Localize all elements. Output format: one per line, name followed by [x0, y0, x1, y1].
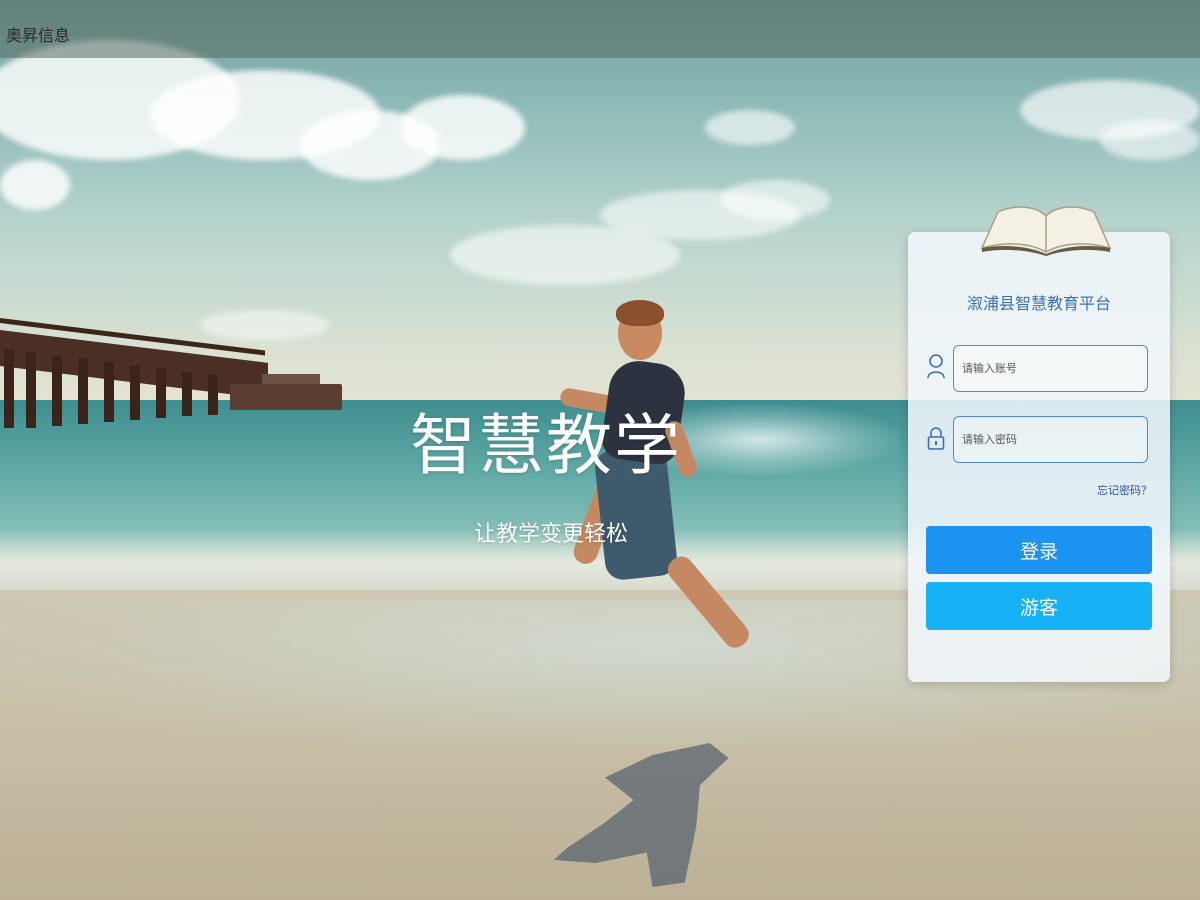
pier-post — [104, 362, 114, 422]
forgot-password-link[interactable]: 忘记密码？ — [1097, 482, 1152, 498]
hero-subtitle: 让教学变更轻松 — [474, 522, 629, 547]
cloud — [400, 95, 525, 160]
pier-post — [78, 358, 88, 424]
hero-title: 智慧教学 — [410, 407, 682, 484]
open-book-icon — [980, 206, 1112, 256]
ship — [230, 384, 342, 410]
pier-post — [52, 356, 62, 426]
user-icon — [926, 353, 946, 379]
password-input[interactable] — [953, 416, 1148, 463]
cloud — [0, 160, 70, 210]
login-card: 溆浦县智慧教育平台 忘记密码？ 登录 游客 — [908, 232, 1170, 682]
boy-hair — [616, 300, 664, 326]
guest-button[interactable]: 游客 — [926, 582, 1152, 630]
pier-post — [208, 375, 218, 415]
pier-post — [130, 366, 140, 420]
cloud — [720, 180, 830, 220]
top-bar: 奥昇信息 — [0, 0, 1200, 58]
pier-post — [156, 368, 166, 418]
lock-icon — [926, 426, 946, 452]
cloud — [705, 110, 795, 145]
platform-title: 溆浦县智慧教育平台 — [966, 294, 1111, 313]
pier-post — [26, 352, 36, 428]
pier-post — [182, 372, 192, 416]
cloud — [200, 310, 330, 340]
pier-post — [4, 350, 14, 428]
login-button[interactable]: 登录 — [926, 526, 1152, 574]
brand-logo-text: 奥昇信息 — [6, 26, 71, 45]
account-input[interactable] — [953, 345, 1148, 392]
cloud — [1100, 120, 1200, 160]
